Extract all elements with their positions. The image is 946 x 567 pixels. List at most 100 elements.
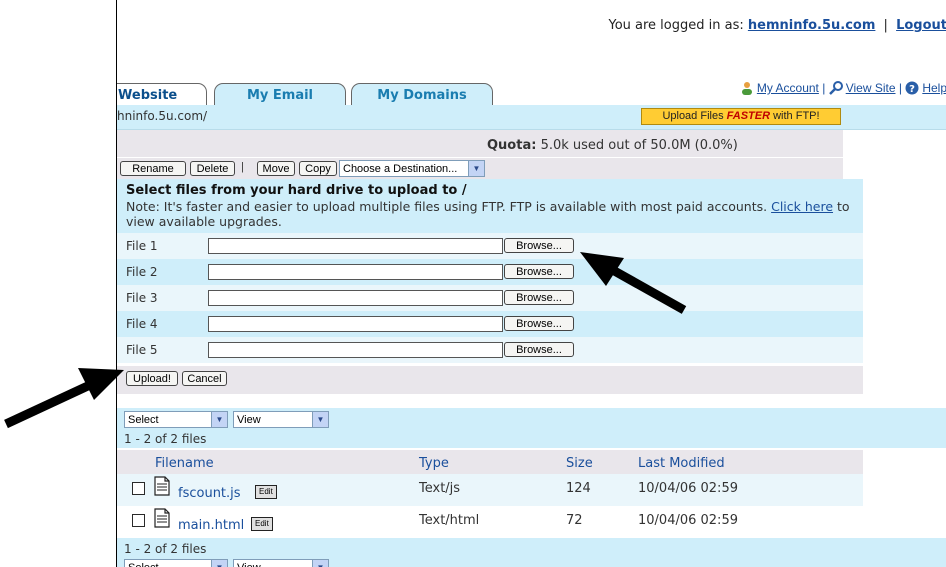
browse-button[interactable]: Browse... (504, 290, 574, 305)
path-bar: hninfo.5u.com/ Upload Files FASTER with … (117, 105, 946, 130)
move-button[interactable]: Move (257, 161, 295, 176)
copy-button[interactable]: Copy (299, 161, 337, 176)
view-dropdown-footer[interactable]: View ▼ (233, 559, 329, 567)
rename-button[interactable]: Rename (120, 161, 186, 176)
file-list-footer: 1 - 2 of 2 files Select ▼ View ▼ (117, 538, 946, 567)
select-dropdown[interactable]: Select ▼ (124, 411, 228, 428)
file-table-header: Filename Type Size Last Modified (117, 450, 863, 474)
upload-submit-row: Upload! Cancel (117, 366, 863, 394)
username-link[interactable]: hemninfo.5u.com (748, 18, 876, 33)
action-divider: | (241, 161, 244, 173)
column-type[interactable]: Type (419, 456, 449, 471)
upload-button[interactable]: Upload! (126, 371, 178, 386)
logout-link[interactable]: Logout (896, 18, 946, 33)
view-site-link[interactable]: View Site (846, 81, 896, 95)
file-label: File 1 (126, 239, 158, 253)
ftp-upload-button[interactable]: Upload Files FASTER with FTP! (641, 108, 841, 125)
file-5-input[interactable] (208, 342, 503, 358)
upload-heading: Select files from your hard drive to upl… (126, 183, 467, 198)
file-count-footer: 1 - 2 of 2 files (124, 542, 207, 556)
view-dropdown-footer-value: View (237, 562, 261, 567)
link-divider: | (822, 81, 826, 95)
file-2-input[interactable] (208, 264, 503, 280)
svg-text:?: ? (909, 84, 915, 95)
browse-button[interactable]: Browse... (504, 238, 574, 253)
help-link[interactable]: Help (922, 81, 946, 95)
file-label: File 3 (126, 291, 158, 305)
file-label: File 4 (126, 317, 158, 331)
delete-button[interactable]: Delete (190, 161, 235, 176)
account-icon (741, 82, 752, 95)
upload-note: Note: It's faster and easier to upload m… (126, 199, 856, 229)
quota-text: Quota: 5.0k used out of 50.0M (0.0%) (487, 138, 738, 153)
tab-website[interactable]: Website (117, 83, 207, 106)
file-icon (154, 476, 170, 496)
file-row: File 5 Browse... (117, 337, 863, 363)
select-dropdown-value: Select (128, 414, 159, 426)
upgrade-link[interactable]: Click here (771, 199, 833, 214)
file-type: Text/html (419, 513, 480, 528)
destination-select[interactable]: Choose a Destination... ▼ (339, 160, 485, 177)
view-dropdown-value: View (237, 414, 261, 426)
file-row: File 1 Browse... (117, 233, 863, 259)
file-type: Text/js (419, 481, 461, 496)
chevron-down-icon: ▼ (468, 161, 484, 176)
account-links: My Account | View Site | ? Help (740, 81, 946, 95)
file-size: 72 (566, 513, 583, 528)
annotation-arrow-upload (4, 368, 124, 429)
select-dropdown-footer[interactable]: Select ▼ (124, 559, 228, 567)
ftp-button-text: Upload Files (662, 110, 727, 122)
file-row: File 4 Browse... (117, 311, 863, 337)
browse-button[interactable]: Browse... (504, 342, 574, 357)
file-3-input[interactable] (208, 290, 503, 306)
column-size[interactable]: Size (566, 456, 593, 471)
table-row: main.html Edit Text/html 72 10/04/06 02:… (117, 506, 863, 538)
upload-panel: Select files from your hard drive to upl… (117, 179, 863, 233)
file-modified: 10/04/06 02:59 (638, 481, 738, 496)
view-dropdown[interactable]: View ▼ (233, 411, 329, 428)
file-icon (154, 508, 170, 528)
table-row: fscount.js Edit Text/js 124 10/04/06 02:… (117, 474, 863, 506)
file-label: File 5 (126, 343, 158, 357)
ftp-button-faster: FASTER (726, 110, 771, 122)
upload-note-text: Note: It's faster and easier to upload m… (126, 199, 772, 214)
file-size: 124 (566, 481, 591, 496)
help-icon: ? (905, 81, 919, 95)
column-filename[interactable]: Filename (155, 456, 214, 471)
file-count: 1 - 2 of 2 files (124, 432, 207, 446)
tab-my-domains[interactable]: My Domains (351, 83, 493, 106)
file-1-input[interactable] (208, 238, 503, 254)
chevron-down-icon: ▼ (211, 412, 227, 427)
file-4-input[interactable] (208, 316, 503, 332)
edit-button[interactable]: Edit (251, 517, 273, 531)
destination-select-value: Choose a Destination... (343, 163, 458, 175)
link-divider: | (898, 81, 902, 95)
quota-bar: Quota: 5.0k used out of 50.0M (0.0%) (117, 130, 843, 157)
logged-in-text: You are logged in as: (608, 18, 744, 33)
annotation-arrow-browse (580, 252, 687, 314)
file-row: File 2 Browse... (117, 259, 863, 285)
view-site-icon (828, 81, 843, 95)
quota-label: Quota: (487, 138, 537, 153)
login-separator: | (883, 18, 888, 33)
row-checkbox[interactable] (132, 482, 145, 495)
file-row: File 3 Browse... (117, 285, 863, 311)
file-name-link[interactable]: fscount.js (178, 486, 241, 501)
chevron-down-icon: ▼ (211, 560, 227, 567)
browse-button[interactable]: Browse... (504, 264, 574, 279)
edit-button[interactable]: Edit (255, 485, 277, 499)
row-checkbox[interactable] (132, 514, 145, 527)
login-bar: You are logged in as: hemninfo.5u.com | … (117, 18, 946, 33)
current-path: hninfo.5u.com/ (117, 109, 208, 123)
column-last-modified[interactable]: Last Modified (638, 456, 725, 471)
browse-button[interactable]: Browse... (504, 316, 574, 331)
file-name-link[interactable]: main.html (178, 518, 244, 533)
cancel-button[interactable]: Cancel (182, 371, 227, 386)
file-list-toolbar: Select ▼ View ▼ 1 - 2 of 2 files (117, 408, 946, 448)
file-modified: 10/04/06 02:59 (638, 513, 738, 528)
action-toolbar: Rename Delete | Move Copy Choose a Desti… (117, 158, 843, 179)
tab-my-email[interactable]: My Email (214, 83, 346, 106)
select-dropdown-footer-value: Select (128, 562, 159, 567)
page-frame: You are logged in as: hemninfo.5u.com | … (116, 0, 946, 567)
my-account-link[interactable]: My Account (757, 81, 819, 95)
